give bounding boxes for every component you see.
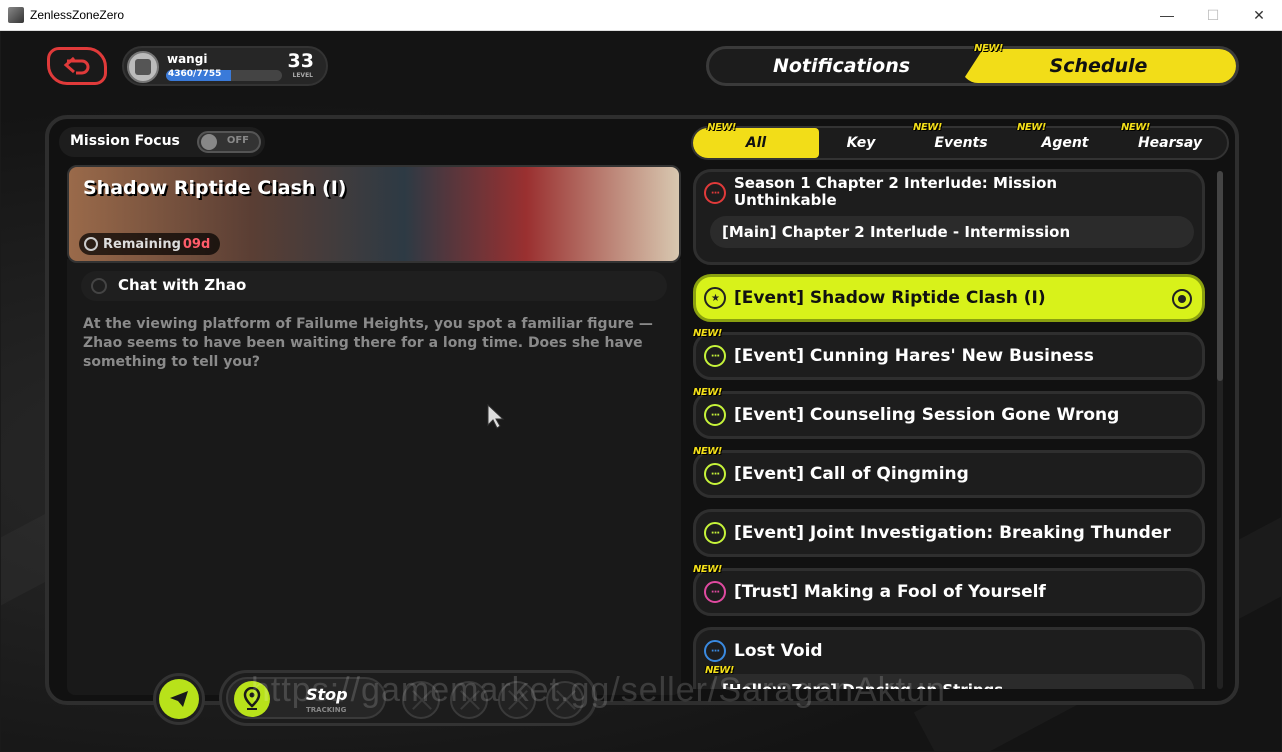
username: wangi bbox=[167, 52, 208, 66]
quest-type-icon: ★ bbox=[704, 287, 726, 309]
tab-schedule[interactable]: Schedule bbox=[961, 49, 1236, 83]
quest-type-icon: ··· bbox=[704, 404, 726, 426]
profile-card[interactable]: wangi 4360/7755 33 LEVEL bbox=[122, 46, 328, 86]
quest-title: [Event] Cunning Hares' New Business bbox=[734, 346, 1094, 366]
new-badge: NEW! bbox=[693, 328, 722, 339]
avatar bbox=[127, 51, 159, 83]
mouse-cursor-icon bbox=[487, 403, 505, 429]
mission-focus: Mission Focus OFF bbox=[59, 127, 265, 157]
quest-type-icon: ··· bbox=[704, 581, 726, 603]
filter-tabs: All Key Events Agent Hearsay NEW! NEW! N… bbox=[691, 122, 1229, 160]
level-value: 33 bbox=[287, 50, 314, 72]
tab-notifications[interactable]: Notifications bbox=[709, 49, 974, 83]
quest-type-icon: ··· bbox=[704, 345, 726, 367]
remaining-badge: Remaining 09d bbox=[79, 233, 221, 255]
back-arrow-icon bbox=[63, 56, 90, 75]
new-badge: NEW! bbox=[693, 387, 722, 398]
xp-text: 4360/7755 bbox=[168, 69, 222, 79]
share-button[interactable] bbox=[153, 673, 205, 725]
quest-type-icon: ··· bbox=[704, 640, 726, 662]
quest-title: [Event] Shadow Riptide Clash (I) bbox=[734, 288, 1046, 308]
game-viewport: wangi 4360/7755 33 LEVEL Notifications S… bbox=[1, 31, 1281, 751]
new-badge: NEW! bbox=[1121, 122, 1150, 133]
quest-title: [Event] Joint Investigation: Breaking Th… bbox=[734, 523, 1171, 543]
new-badge: NEW! bbox=[693, 564, 722, 575]
close-button[interactable]: ✕ bbox=[1236, 0, 1282, 30]
quest-item-selected[interactable]: ★ [Event] Shadow Riptide Clash (I) bbox=[693, 274, 1205, 322]
quest-title: [Event] Call of Qingming bbox=[734, 464, 969, 484]
new-badge: NEW! bbox=[1017, 122, 1046, 133]
new-badge: NEW! bbox=[707, 122, 736, 133]
tab-key[interactable]: Key bbox=[809, 128, 913, 158]
quest-description: At the viewing platform of Failume Heigh… bbox=[83, 316, 653, 370]
schedule-panel: Mission Focus OFF Shadow Riptide Clash (… bbox=[45, 115, 1239, 726]
objective-row[interactable]: Chat with Zhao bbox=[81, 271, 667, 301]
quest-subtitle: [Main] Chapter 2 Interlude - Intermissio… bbox=[710, 216, 1194, 248]
quest-list-scrollbar[interactable] bbox=[1217, 171, 1223, 689]
quest-type-icon: ··· bbox=[704, 182, 726, 204]
maximize-button[interactable]: ☐ bbox=[1190, 0, 1236, 30]
quest-title: Lost Void bbox=[734, 641, 823, 661]
level-label: LEVEL bbox=[292, 72, 314, 79]
window-title: ZenlessZoneZero bbox=[30, 8, 125, 22]
quest-item[interactable]: ··· [Event] Joint Investigation: Breakin… bbox=[693, 509, 1205, 557]
quest-title: [Trust] Making a Fool of Yourself bbox=[734, 582, 1046, 602]
scrollbar-thumb[interactable] bbox=[1217, 171, 1223, 381]
quest-item[interactable]: ··· [Trust] Making a Fool of Yourself bbox=[693, 568, 1205, 616]
quest-title: [Event] Counseling Session Gone Wrong bbox=[734, 405, 1120, 425]
new-badge: NEW! bbox=[913, 122, 942, 133]
quest-item[interactable]: ··· Season 1 Chapter 2 Interlude: Missio… bbox=[693, 169, 1205, 265]
new-badge: NEW! bbox=[693, 446, 722, 457]
mission-focus-label: Mission Focus bbox=[70, 133, 180, 149]
quest-list: ··· Season 1 Chapter 2 Interlude: Missio… bbox=[693, 169, 1211, 689]
paper-plane-icon bbox=[159, 679, 199, 719]
quest-item[interactable]: ··· [Event] Counseling Session Gone Wron… bbox=[693, 391, 1205, 439]
mission-focus-toggle[interactable]: OFF bbox=[197, 131, 261, 153]
quest-item[interactable]: ··· [Event] Call of Qingming bbox=[693, 450, 1205, 498]
quest-type-icon: ··· bbox=[704, 522, 726, 544]
toggle-state: OFF bbox=[226, 135, 249, 146]
quest-title: Season 1 Chapter 2 Interlude: Mission Un… bbox=[734, 174, 1058, 209]
clock-icon bbox=[84, 237, 98, 251]
watermark: https://gamemarket.gg/seller/SaraganAktu… bbox=[251, 671, 946, 709]
quest-detail-title: Shadow Riptide Clash (I) bbox=[83, 177, 347, 199]
quest-banner: Shadow Riptide Clash (I) Remaining 09d bbox=[67, 165, 681, 263]
back-button[interactable] bbox=[47, 47, 107, 85]
top-segment: Notifications Schedule NEW! bbox=[706, 43, 1239, 86]
window-titlebar: ZenlessZoneZero — ☐ ✕ bbox=[0, 0, 1282, 31]
new-badge: NEW! bbox=[974, 43, 1003, 54]
objective-label: Chat with Zhao bbox=[118, 276, 247, 294]
tracking-target-icon bbox=[1172, 289, 1192, 309]
app-icon bbox=[8, 7, 24, 23]
quest-type-icon: ··· bbox=[704, 463, 726, 485]
minimize-button[interactable]: — bbox=[1144, 0, 1190, 30]
objective-status-icon bbox=[91, 278, 107, 294]
quest-item[interactable]: ··· [Event] Cunning Hares' New Business bbox=[693, 332, 1205, 380]
